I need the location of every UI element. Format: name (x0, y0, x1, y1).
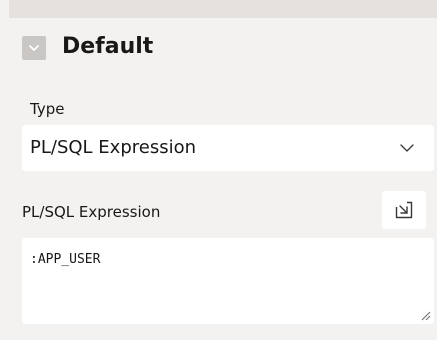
chevron-down-icon (400, 144, 414, 152)
expand-arrow-icon (395, 201, 413, 219)
plsql-expression-value: :APP_USER (30, 252, 101, 267)
type-label: Type (30, 100, 65, 118)
type-select[interactable]: PL/SQL Expression (22, 125, 434, 171)
section-title: Default (62, 34, 154, 59)
section-collapse-toggle[interactable] (22, 36, 46, 60)
resize-handle-icon[interactable] (421, 311, 431, 321)
plsql-expression-editor[interactable]: :APP_USER (22, 238, 434, 324)
plsql-expression-label: PL/SQL Expression (22, 203, 161, 221)
panel-top-bar (9, 0, 437, 18)
type-select-value: PL/SQL Expression (30, 137, 196, 158)
chevron-toggle-icon (29, 45, 39, 51)
expand-code-editor-button[interactable] (382, 191, 426, 229)
